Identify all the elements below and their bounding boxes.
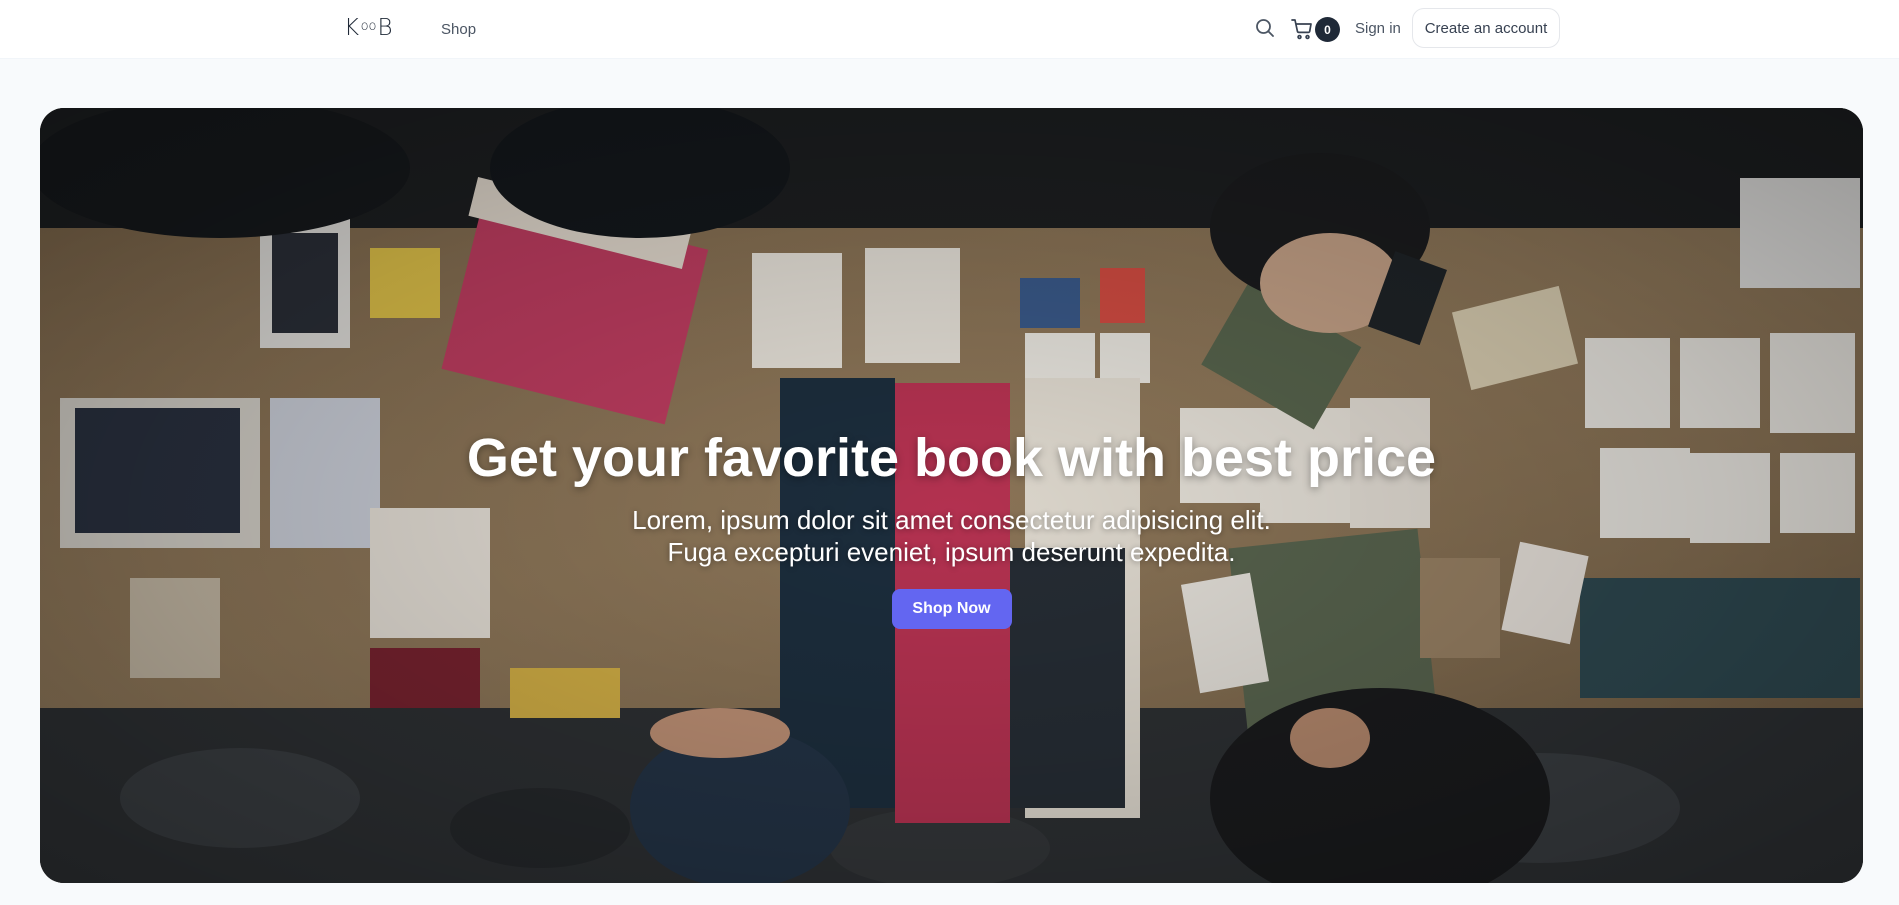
hero-subtitle-line-1: Lorem, ipsum dolor sit amet consectetur …	[632, 505, 1271, 535]
logo[interactable]: KooB	[344, 15, 393, 41]
hero-subtitle: Lorem, ipsum dolor sit amet consectetur …	[40, 504, 1863, 568]
cart-icon	[1290, 17, 1314, 46]
search-icon[interactable]	[1253, 16, 1277, 40]
nav-link-shop[interactable]: Shop	[441, 21, 476, 38]
hero-banner: Get your favorite book with best price L…	[40, 108, 1863, 883]
create-account-button[interactable]: Create an account	[1412, 8, 1560, 48]
hero-subtitle-line-2: Fuga excepturi eveniet, ipsum deserunt e…	[667, 537, 1236, 567]
cart-count-badge: 0	[1315, 17, 1340, 42]
hero-content: Get your favorite book with best price L…	[40, 426, 1863, 629]
hero-title: Get your favorite book with best price	[466, 428, 1437, 488]
shop-now-button[interactable]: Shop Now	[891, 589, 1012, 629]
sign-in-link[interactable]: Sign in	[1355, 20, 1401, 37]
cart-button[interactable]: 0	[1290, 15, 1340, 46]
top-navbar: KooB Shop 0 Sign in Create an account	[0, 0, 1899, 59]
